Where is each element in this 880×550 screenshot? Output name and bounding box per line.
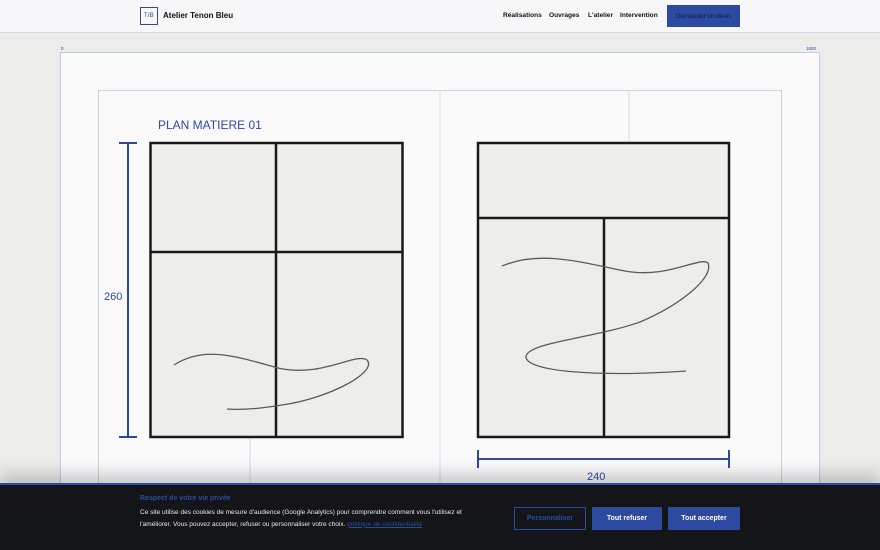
drawing-title: PLAN MATIERE 01 xyxy=(158,118,262,132)
height-dimension-label: 260 xyxy=(104,291,122,303)
customize-button[interactable]: Personnaliser xyxy=(514,507,586,530)
technical-drawing: PLAN MATIERE 01 260 240 xyxy=(98,90,782,491)
cookie-banner: Respect de votre vie privée Ce site util… xyxy=(0,483,880,550)
width-dimension-label: 240 xyxy=(587,471,605,483)
refuse-all-button[interactable]: Tout refuser xyxy=(592,507,662,530)
privacy-policy-link[interactable]: politique de confidentialité xyxy=(347,521,422,528)
cookie-text: Ce site utilise des cookies de mesure d'… xyxy=(140,507,485,530)
accept-all-button[interactable]: Tout accepter xyxy=(668,507,740,530)
cookie-title: Respect de votre vie privée xyxy=(140,495,231,502)
